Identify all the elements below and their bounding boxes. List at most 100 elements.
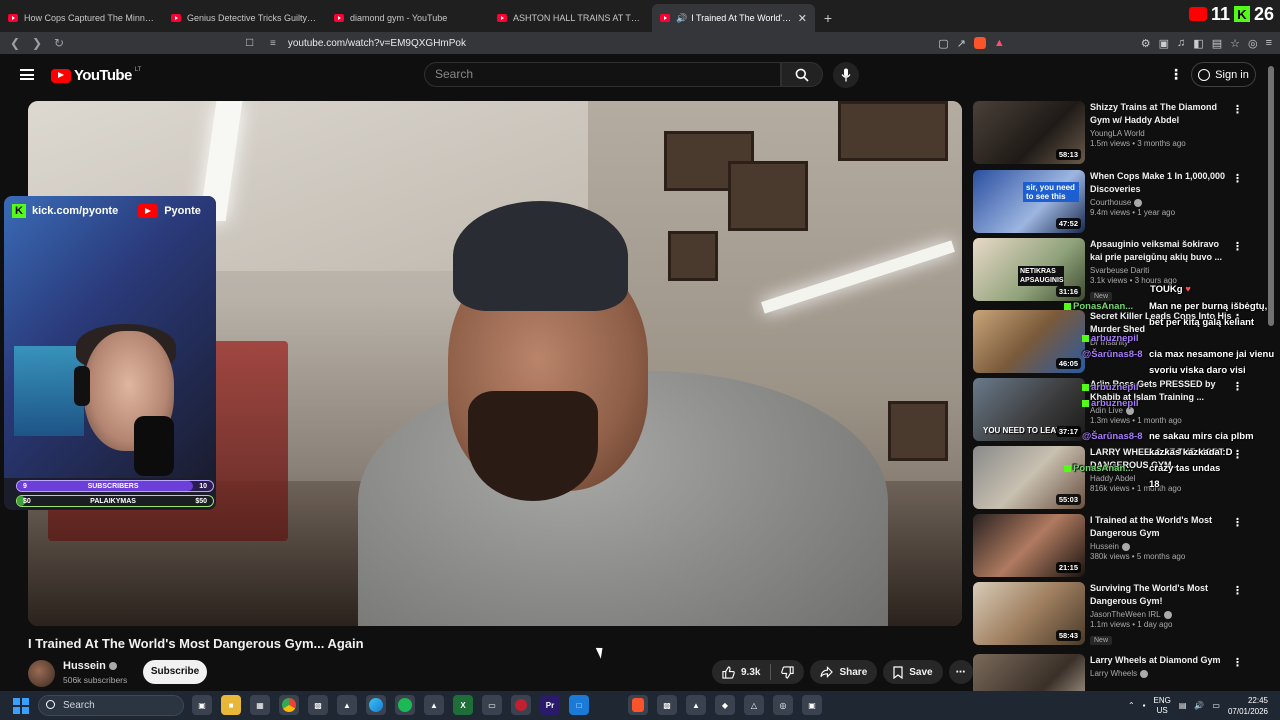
recommended-video-channel[interactable]: Svarbeuse Dariti [1090, 266, 1232, 275]
network-icon[interactable]: ▤ [1179, 701, 1187, 710]
save-button[interactable]: Save [883, 660, 943, 684]
close-tab-icon[interactable]: ✕ [798, 12, 807, 25]
brave-icon[interactable] [628, 695, 648, 715]
task-view-icon[interactable]: ▣ [192, 695, 212, 715]
search-button[interactable] [781, 62, 823, 87]
recommended-video-title[interactable]: I Trained at the World's Most Dangerous … [1090, 514, 1232, 540]
app-icon[interactable]: ▩ [657, 695, 677, 715]
app-icon[interactable]: ◆ [715, 695, 735, 715]
recommended-video[interactable]: 58:13 Shizzy Trains at The Diamond Gym w… [973, 101, 1263, 165]
new-tab-button[interactable]: + [815, 4, 841, 32]
video-options-icon[interactable]: ⋮ [1232, 172, 1243, 185]
video-thumbnail[interactable]: 21:15 [973, 514, 1085, 577]
screenshot-icon[interactable]: ▣ [1159, 37, 1169, 50]
battery-icon[interactable]: ▭ [1212, 701, 1220, 710]
more-actions-button[interactable]: ⋯ [948, 660, 973, 684]
subscribe-button[interactable]: Subscribe [143, 660, 207, 684]
hamburger-menu-icon[interactable] [20, 69, 34, 80]
back-icon[interactable]: ❮ [4, 32, 26, 54]
tray-chevron-up-icon[interactable]: ⌃ [1128, 701, 1135, 710]
edge-icon[interactable] [366, 695, 386, 715]
tray-app-icon[interactable]: ▪ [1143, 701, 1146, 710]
recommended-video-title[interactable]: Larry Wheels at Diamond Gym [1090, 654, 1232, 667]
share-page-icon[interactable]: ↗ [957, 37, 966, 50]
premiere-icon[interactable]: Pr [540, 695, 560, 715]
voice-search-button[interactable] [833, 62, 859, 88]
steam-icon[interactable]: ◎ [773, 695, 793, 715]
spotify-icon[interactable] [395, 695, 415, 715]
chrome-icon[interactable] [279, 695, 299, 715]
forward-icon[interactable]: ❯ [26, 32, 48, 54]
recommended-video-title[interactable]: When Cops Make 1 In 1,000,000 Discoverie… [1090, 170, 1232, 196]
recommended-video-title[interactable]: Apsauginio veiksmai šokiravo kai prie pa… [1090, 238, 1232, 264]
recommended-video-channel[interactable]: JasonTheWeen IRL [1090, 610, 1232, 619]
video-thumbnail[interactable] [973, 654, 1085, 691]
cast-icon[interactable]: ▢ [938, 37, 948, 50]
store-icon[interactable]: ▦ [250, 695, 270, 715]
sign-in-button[interactable]: Sign in [1191, 62, 1256, 87]
video-thumbnail[interactable]: 58:13 [973, 101, 1085, 164]
obs-icon[interactable] [511, 695, 531, 715]
input-language[interactable]: ENG US [1154, 696, 1171, 716]
dislike-button[interactable] [771, 660, 804, 684]
browser-toolbar-icons: ▢ ↗ ▲ ⚙ ▣ ♫ ◧ ▤ ☆ ◎ ≡ [938, 32, 1272, 54]
search-input[interactable]: Search [424, 62, 781, 87]
recommended-video-title[interactable]: Shizzy Trains at The Diamond Gym w/ Hadd… [1090, 101, 1232, 127]
recommended-video[interactable]: sir, you need to see this 47:52 When Cops… [973, 170, 1263, 234]
address-bar[interactable]: ≡ youtube.com/watch?v=EM9QXGHmPok [270, 32, 990, 54]
browser-tab[interactable]: ASHTON HALL TRAINS AT THE MOST [489, 4, 652, 32]
video-thumbnail[interactable]: 58:43 [973, 582, 1085, 645]
taskbar-search-input[interactable]: Search [38, 695, 184, 716]
menu-icon[interactable]: ≡ [1266, 37, 1272, 49]
bookmark-icon[interactable]: □ [246, 35, 253, 49]
recommended-video-channel[interactable]: Hussein [1090, 542, 1232, 551]
settings-more-icon[interactable]: ⋮ [1169, 66, 1183, 83]
browser-tab-active[interactable]: 🔊I Trained At The World's Most✕ [652, 4, 815, 32]
share-button[interactable]: Share [810, 660, 878, 684]
video-options-icon[interactable]: ⋮ [1232, 516, 1243, 529]
youtube-logo[interactable]: YouTube LT [51, 67, 141, 84]
extensions-icon[interactable]: ⚙ [1141, 37, 1151, 50]
channel-avatar[interactable] [28, 660, 55, 687]
wallet-icon[interactable]: ▤ [1212, 37, 1222, 50]
recommended-video-channel[interactable]: Courthouse [1090, 198, 1232, 207]
recommended-video[interactable]: 58:43 Surviving The World's Most Dangero… [973, 582, 1263, 646]
browser-tab[interactable]: diamond gym - YouTube [326, 4, 489, 32]
url-text: youtube.com/watch?v=EM9QXGHmPok [287, 37, 466, 49]
media-icon[interactable]: ♫ [1177, 37, 1185, 49]
recommended-video-channel[interactable]: Larry Wheels [1090, 669, 1232, 678]
app-icon[interactable]: ▲ [686, 695, 706, 715]
vpn-icon[interactable]: ◎ [1248, 37, 1258, 50]
video-options-icon[interactable]: ⋮ [1232, 656, 1243, 669]
leo-icon[interactable]: ☆ [1230, 37, 1240, 50]
video-thumbnail[interactable]: sir, you need to see this 47:52 [973, 170, 1085, 233]
windows-start-icon[interactable] [13, 698, 29, 714]
app-icon[interactable]: □ [569, 695, 589, 715]
recommended-video[interactable]: 21:15 I Trained at the World's Most Dang… [973, 514, 1263, 578]
video-options-icon[interactable]: ⋮ [1232, 103, 1243, 116]
site-settings-icon[interactable]: ≡ [270, 38, 276, 49]
app-icon[interactable]: △ [744, 695, 764, 715]
app-icon[interactable]: ▣ [802, 695, 822, 715]
clock[interactable]: 22:45 07/01/2026 [1228, 695, 1268, 717]
recommended-video[interactable]: Larry Wheels at Diamond Gym Larry Wheels … [973, 654, 1263, 691]
app-icon[interactable]: ▲ [337, 695, 357, 715]
channel-name[interactable]: Hussein [63, 660, 117, 672]
volume-icon[interactable]: 🔊 [1194, 701, 1204, 710]
file-explorer-icon[interactable]: ■ [221, 695, 241, 715]
browser-tab[interactable]: Genius Detective Tricks Guilty Suspe [163, 4, 326, 32]
brave-shield-icon[interactable] [973, 37, 986, 49]
excel-icon[interactable]: X [453, 695, 473, 715]
reload-icon[interactable]: ↻ [48, 32, 70, 54]
like-button[interactable]: 9.3k [712, 660, 770, 684]
app-icon[interactable]: ▭ [482, 695, 502, 715]
browser-tab[interactable]: How Cops Captured The Minnesota I [0, 4, 163, 32]
app-icon[interactable]: ▩ [308, 695, 328, 715]
video-options-icon[interactable]: ⋮ [1232, 240, 1243, 253]
recommended-video-channel[interactable]: YoungLA World [1090, 129, 1232, 138]
brave-rewards-icon[interactable]: ▲ [994, 37, 1005, 49]
video-options-icon[interactable]: ⋮ [1232, 584, 1243, 597]
recommended-video-title[interactable]: Surviving The World's Most Dangerous Gym… [1090, 582, 1232, 608]
sidebar-icon[interactable]: ◧ [1193, 37, 1203, 50]
photos-icon[interactable]: ▲ [424, 695, 444, 715]
